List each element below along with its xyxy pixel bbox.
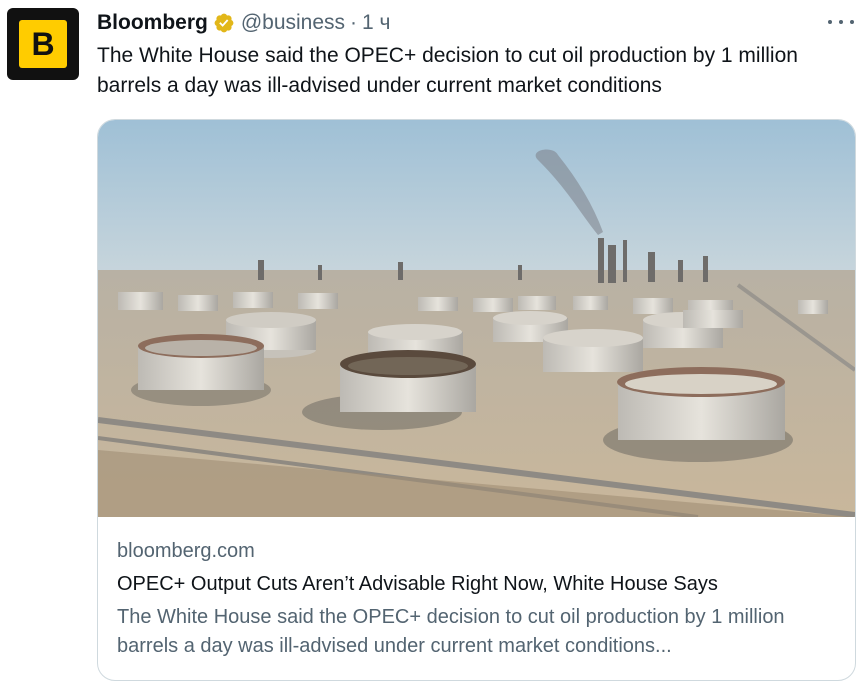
- card-description: The White House said the OPEC+ decision …: [117, 606, 785, 657]
- link-card[interactable]: bloomberg.com OPEC+ Output Cuts Aren’t A…: [97, 119, 856, 681]
- more-options-icon[interactable]: [828, 12, 854, 32]
- separator-dot: ·: [350, 11, 358, 34]
- verified-badge-icon: [214, 13, 234, 33]
- tweet-header: Bloomberg @business · 1 ч: [97, 9, 391, 37]
- tweet-timestamp[interactable]: 1 ч: [362, 11, 390, 35]
- author-name[interactable]: Bloomberg: [97, 11, 208, 35]
- avatar[interactable]: B: [7, 8, 79, 80]
- card-domain: bloomberg.com: [117, 540, 255, 562]
- tweet-text: The White House said the OPEC+ decision …: [97, 44, 798, 97]
- author-handle[interactable]: @business: [241, 11, 345, 35]
- oil-storage-tanks-photo[interactable]: [98, 120, 855, 517]
- bloomberg-logo: B: [19, 20, 67, 68]
- card-title: OPEC+ Output Cuts Aren’t Advisable Right…: [117, 573, 718, 595]
